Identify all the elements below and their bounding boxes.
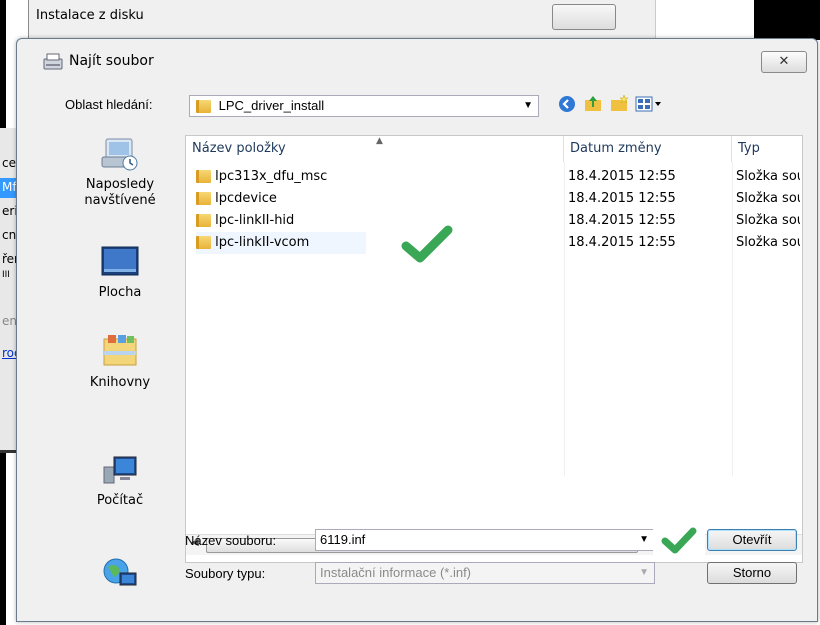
filetype-value: Instalační informace (*.inf)	[320, 565, 472, 580]
place-network[interactable]	[57, 555, 183, 597]
cancel-button[interactable]: Storno	[707, 562, 797, 584]
checkmark-icon	[661, 527, 697, 554]
chevron-down-icon[interactable]: ▼	[639, 563, 649, 583]
location-label: Oblast hledání:	[65, 97, 153, 112]
folder-icon	[196, 236, 211, 249]
file-type: Složka sou	[736, 213, 800, 228]
desktop-icon	[101, 246, 139, 276]
file-type: Složka sou	[736, 169, 800, 184]
black-background-right	[754, 0, 820, 40]
title-bar: Najít soubor ✕	[17, 39, 817, 83]
view-menu-icon[interactable]	[635, 94, 663, 114]
file-row[interactable]: lpc-linkII-hid 18.4.2015 12:55 Složka so…	[186, 210, 802, 232]
place-label: Naposledy navštívené	[84, 177, 156, 208]
checkmark-annotation	[390, 224, 466, 264]
file-name: lpc313x_dfu_msc	[215, 169, 328, 184]
chevron-down-icon[interactable]: ▼	[639, 530, 649, 550]
back-icon[interactable]	[557, 94, 577, 114]
column-header-date[interactable]: Datum změny	[564, 136, 732, 162]
column-header-name[interactable]: Název položky ▲	[186, 136, 564, 162]
filetype-label: Soubory typu:	[185, 566, 266, 581]
file-date: 18.4.2015 12:55	[568, 191, 676, 206]
column-header-label: Název položky	[192, 141, 286, 156]
find-file-dialog: Najít soubor ✕ Oblast hledání: LPC_drive…	[16, 38, 818, 622]
place-label: Knihovny	[89, 375, 151, 390]
folder-icon	[196, 192, 211, 205]
computer-icon	[103, 456, 137, 484]
open-button[interactable]: Otevřít	[707, 529, 797, 551]
place-computer[interactable]: Počítač	[57, 451, 183, 508]
file-date: 18.4.2015 12:55	[568, 213, 676, 228]
filename-value: 6119.inf	[320, 532, 366, 547]
file-list: Název položky ▲ Datum změny Typ lpc313x_…	[185, 135, 803, 563]
new-folder-icon[interactable]	[609, 94, 629, 114]
background-dialog-title: Instalace z disku	[36, 8, 144, 23]
filename-label: Název souboru:	[185, 533, 277, 548]
file-name: lpc-linkII-vcom	[215, 235, 310, 250]
file-row[interactable]: lpc313x_dfu_msc 18.4.2015 12:55 Složka s…	[186, 166, 802, 188]
location-combo[interactable]: LPC_driver_install ▼	[189, 95, 539, 117]
file-name: lpc-linkII-hid	[215, 213, 295, 228]
recent-places-icon	[101, 138, 138, 171]
filename-input[interactable]: 6119.inf ▼	[315, 529, 655, 551]
file-date: 18.4.2015 12:55	[568, 235, 676, 250]
folder-icon	[196, 214, 211, 227]
fragment-text: III	[2, 270, 10, 280]
background-button[interactable]	[552, 4, 616, 30]
fragment-text: Mf	[2, 180, 17, 194]
folder-icon	[196, 170, 211, 183]
up-folder-icon[interactable]	[583, 94, 603, 114]
scanner-icon	[43, 53, 63, 70]
file-row-selected[interactable]: lpc-linkII-vcom 18.4.2015 12:55 Složka s…	[186, 232, 802, 254]
folder-icon	[196, 100, 211, 114]
checkmark-icon	[401, 225, 453, 263]
places-bar: Naposledy navštívené Plocha Knihovny Poč…	[57, 135, 183, 611]
checkmark-annotation	[653, 523, 705, 557]
network-icon	[103, 558, 137, 586]
place-label: Plocha	[98, 285, 142, 300]
libraries-icon	[103, 335, 137, 366]
place-desktop[interactable]: Plocha	[57, 243, 183, 300]
file-type: Složka sou	[736, 191, 800, 206]
chevron-down-icon[interactable]: ▼	[523, 96, 533, 116]
file-name: lpcdevice	[215, 191, 277, 206]
place-label: Počítač	[96, 493, 144, 508]
dialog-title: Najít soubor	[69, 53, 154, 69]
file-date: 18.4.2015 12:55	[568, 169, 676, 184]
column-header-type[interactable]: Typ	[732, 136, 802, 162]
filetype-select[interactable]: Instalační informace (*.inf) ▼	[315, 562, 655, 584]
file-row[interactable]: lpcdevice 18.4.2015 12:55 Složka sou	[186, 188, 802, 210]
sort-arrow-icon: ▲	[376, 136, 383, 146]
place-libraries[interactable]: Knihovny	[57, 333, 183, 390]
place-recent[interactable]: Naposledy navštívené	[57, 135, 183, 209]
file-type: Složka sou	[736, 235, 800, 250]
close-button[interactable]: ✕	[761, 51, 807, 73]
fragment-text: ce	[2, 156, 16, 170]
location-value: LPC_driver_install	[218, 98, 325, 113]
